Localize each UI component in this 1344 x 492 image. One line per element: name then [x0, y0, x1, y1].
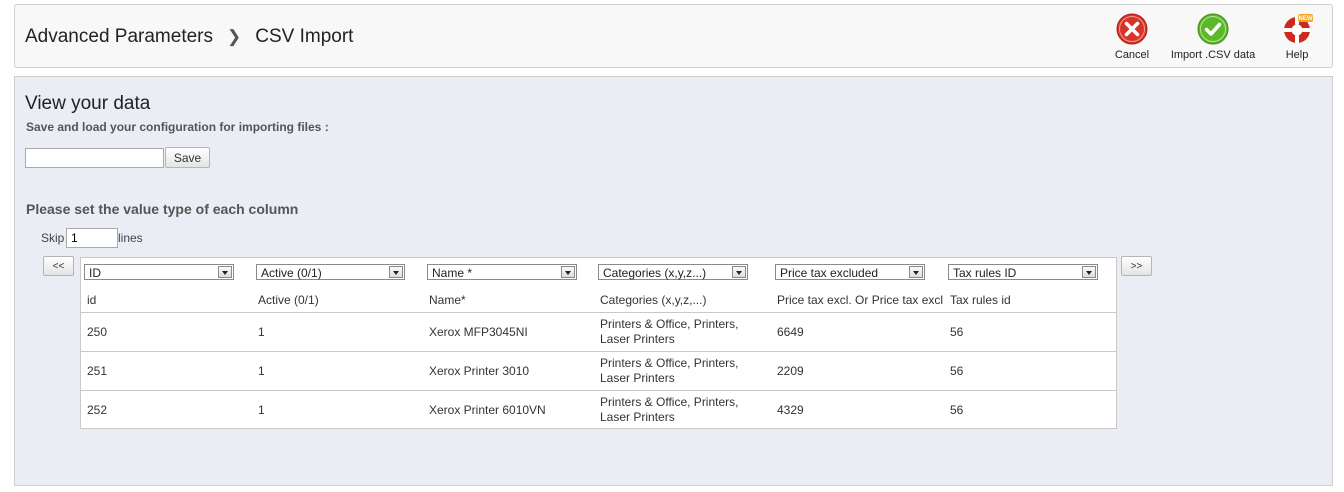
- column-type-select-6[interactable]: Tax rules ID: [948, 264, 1098, 280]
- cell-categories-line-1: Printers & Office, Printers,: [600, 395, 739, 409]
- chevron-down-icon: [389, 266, 403, 278]
- cell-categories-line-2: Laser Printers: [600, 410, 675, 424]
- breadcrumb-parent[interactable]: Advanced Parameters: [25, 26, 213, 47]
- new-badge: NEW: [1299, 16, 1313, 22]
- table-row: 252 1 Xerox Printer 6010VN Printers & Of…: [81, 391, 1116, 429]
- skip-label: Skip: [41, 231, 65, 245]
- cell-categories-line-2: Laser Printers: [600, 371, 675, 385]
- column-type-heading: Please set the value type of each column: [26, 201, 299, 217]
- cell-categories: Printers & Office, Printers, Laser Printe…: [600, 356, 739, 386]
- breadcrumb: Advanced Parameters ❯ CSV Import: [25, 26, 353, 48]
- breadcrumb-separator-icon: ❯: [227, 27, 242, 46]
- panel-title: View your data: [25, 93, 151, 114]
- cell-id: 250: [87, 325, 108, 339]
- help-button[interactable]: NEW Help: [1277, 13, 1317, 61]
- cell-price: 4329: [777, 403, 804, 417]
- select-value: Active (0/1): [261, 266, 322, 280]
- chevron-down-icon: [909, 266, 923, 278]
- help-label: Help: [1285, 49, 1309, 61]
- chevron-down-icon: [1082, 266, 1096, 278]
- cancel-icon: [1116, 13, 1148, 45]
- column-header: Tax rules id: [950, 293, 1011, 307]
- select-value: Price tax excluded: [780, 266, 879, 280]
- page-toolbar: Advanced Parameters ❯ CSV Import Cancel Im…: [14, 4, 1333, 68]
- cell-categories-line-1: Printers & Office, Printers,: [600, 356, 739, 370]
- column-header: Categories (x,y,z,...): [600, 293, 707, 307]
- import-csv-label: Import .CSV data: [1170, 49, 1256, 61]
- save-configuration-button[interactable]: Save: [165, 147, 210, 168]
- column-header: Price tax excl. Or Price tax excl: [777, 293, 944, 307]
- cell-tax: 56: [950, 403, 964, 417]
- select-value: Name *: [432, 266, 473, 280]
- cell-active: 1: [258, 325, 265, 339]
- previous-columns-button[interactable]: <<: [43, 256, 74, 276]
- next-columns-button[interactable]: >>: [1121, 256, 1152, 276]
- column-header: Name*: [429, 293, 466, 307]
- table-row: 250 1 Xerox MFP3045NI Printers & Office,…: [81, 313, 1116, 352]
- select-value: Tax rules ID: [953, 266, 1017, 280]
- cell-id: 251: [87, 364, 108, 378]
- cell-price: 6649: [777, 325, 804, 339]
- select-value: ID: [89, 266, 101, 280]
- chevron-down-icon: [732, 266, 746, 278]
- cell-categories-line-2: Laser Printers: [600, 332, 675, 346]
- column-type-select-2[interactable]: Active (0/1): [256, 264, 405, 280]
- select-value: Categories (x,y,z...): [603, 266, 707, 280]
- cell-active: 1: [258, 364, 265, 378]
- cell-active: 1: [258, 403, 265, 417]
- csv-preview-table: ID Active (0/1) Name * Categories (x,y,z…: [80, 257, 1117, 429]
- cell-price: 2209: [777, 364, 804, 378]
- cell-tax: 56: [950, 364, 964, 378]
- cancel-label: Cancel: [1114, 49, 1150, 61]
- column-type-select-1[interactable]: ID: [84, 264, 234, 280]
- chevron-down-icon: [218, 266, 232, 278]
- cell-name: Xerox Printer 6010VN: [429, 403, 546, 417]
- table-row: 251 1 Xerox Printer 3010 Printers & Offi…: [81, 352, 1116, 391]
- column-type-select-4[interactable]: Categories (x,y,z...): [598, 264, 748, 280]
- cell-categories-line-1: Printers & Office, Printers,: [600, 317, 739, 331]
- column-header: Active (0/1): [258, 293, 319, 307]
- lines-label: lines: [118, 231, 143, 245]
- cell-tax: 56: [950, 325, 964, 339]
- skip-lines-input[interactable]: [66, 228, 118, 248]
- cancel-button[interactable]: Cancel: [1108, 13, 1156, 61]
- breadcrumb-current: CSV Import: [255, 26, 354, 47]
- cell-name: Xerox MFP3045NI: [429, 325, 528, 339]
- table-header-row: id Active (0/1) Name* Categories (x,y,z,…: [81, 288, 1116, 313]
- cell-categories: Printers & Office, Printers, Laser Printe…: [600, 317, 739, 347]
- column-type-select-3[interactable]: Name *: [427, 264, 577, 280]
- cell-name: Xerox Printer 3010: [429, 364, 530, 378]
- config-description: Save and load your configuration for imp…: [26, 120, 329, 134]
- cell-id: 252: [87, 403, 108, 417]
- view-data-panel: View your data Save and load your config…: [14, 76, 1333, 486]
- import-csv-button[interactable]: Import .CSV data: [1168, 13, 1258, 61]
- cell-categories: Printers & Office, Printers, Laser Printe…: [600, 395, 739, 425]
- configuration-name-input[interactable]: [25, 148, 164, 168]
- column-type-select-5[interactable]: Price tax excluded: [775, 264, 925, 280]
- checkmark-icon: [1197, 13, 1229, 45]
- chevron-down-icon: [561, 266, 575, 278]
- column-header: id: [87, 293, 97, 307]
- lifebuoy-icon: NEW: [1284, 14, 1313, 43]
